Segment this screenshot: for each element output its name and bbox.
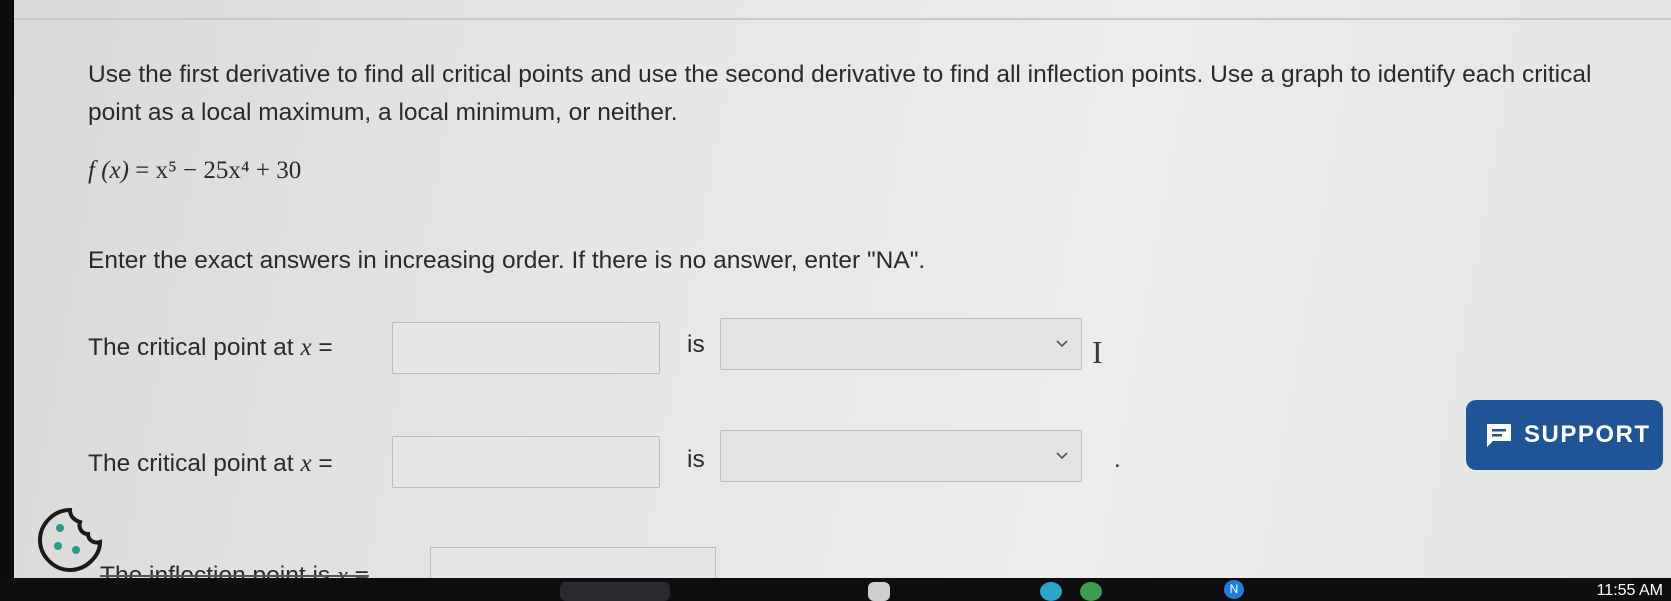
text-cursor-icon: I [1092, 334, 1103, 370]
inflection-point-input[interactable] [430, 547, 716, 581]
critical-point-label-2: The critical point at x = [88, 450, 333, 478]
critical-point-input-2[interactable] [392, 436, 660, 488]
notification-badge[interactable]: N [1224, 580, 1244, 599]
taskbar-chrome-icon[interactable] [1080, 582, 1102, 601]
critical-point-equals-1: = [311, 334, 333, 361]
support-button[interactable]: SUPPORT [1466, 400, 1663, 470]
critical-point-equals-2: = [311, 450, 333, 477]
critical-point-variable-2: x [300, 450, 312, 477]
taskbar-search[interactable] [560, 582, 670, 601]
classification-select-1[interactable] [720, 318, 1082, 370]
taskbar-app-icon[interactable] [868, 582, 890, 601]
critical-point-label-1: The critical point at x = [88, 334, 333, 362]
period-mark: . [1114, 446, 1121, 473]
taskbar-edge-icon[interactable] [1040, 582, 1062, 601]
equals-sign: = [135, 157, 156, 184]
function-formula: f (x) = x⁵ − 25x⁴ + 30 [88, 157, 301, 185]
taskbar-clock: 11:55 AM [1596, 582, 1663, 599]
cookie-icon[interactable] [36, 506, 104, 574]
taskbar [0, 578, 1671, 601]
function-name: f (x) [88, 157, 129, 184]
chevron-down-icon [1056, 452, 1068, 460]
is-label-2: is [687, 446, 705, 473]
is-label-1: is [687, 331, 705, 358]
chevron-down-icon [1056, 340, 1068, 348]
support-label: SUPPORT [1524, 421, 1651, 448]
critical-point-label-text-1: The critical point at [88, 334, 301, 361]
question-text: Use the first derivative to find all cri… [88, 61, 1592, 126]
critical-point-label-text-2: The critical point at [88, 450, 301, 477]
chat-icon [1487, 424, 1511, 447]
instruction-text: Enter the exact answers in increasing or… [88, 247, 926, 274]
critical-point-input-1[interactable] [392, 322, 660, 374]
function-expression: x⁵ − 25x⁴ + 30 [155, 157, 302, 184]
screen: Use the first derivative to find all cri… [14, 0, 1671, 589]
critical-point-variable-1: x [300, 334, 312, 361]
top-divider [14, 18, 1671, 20]
classification-select-2[interactable] [720, 430, 1082, 482]
